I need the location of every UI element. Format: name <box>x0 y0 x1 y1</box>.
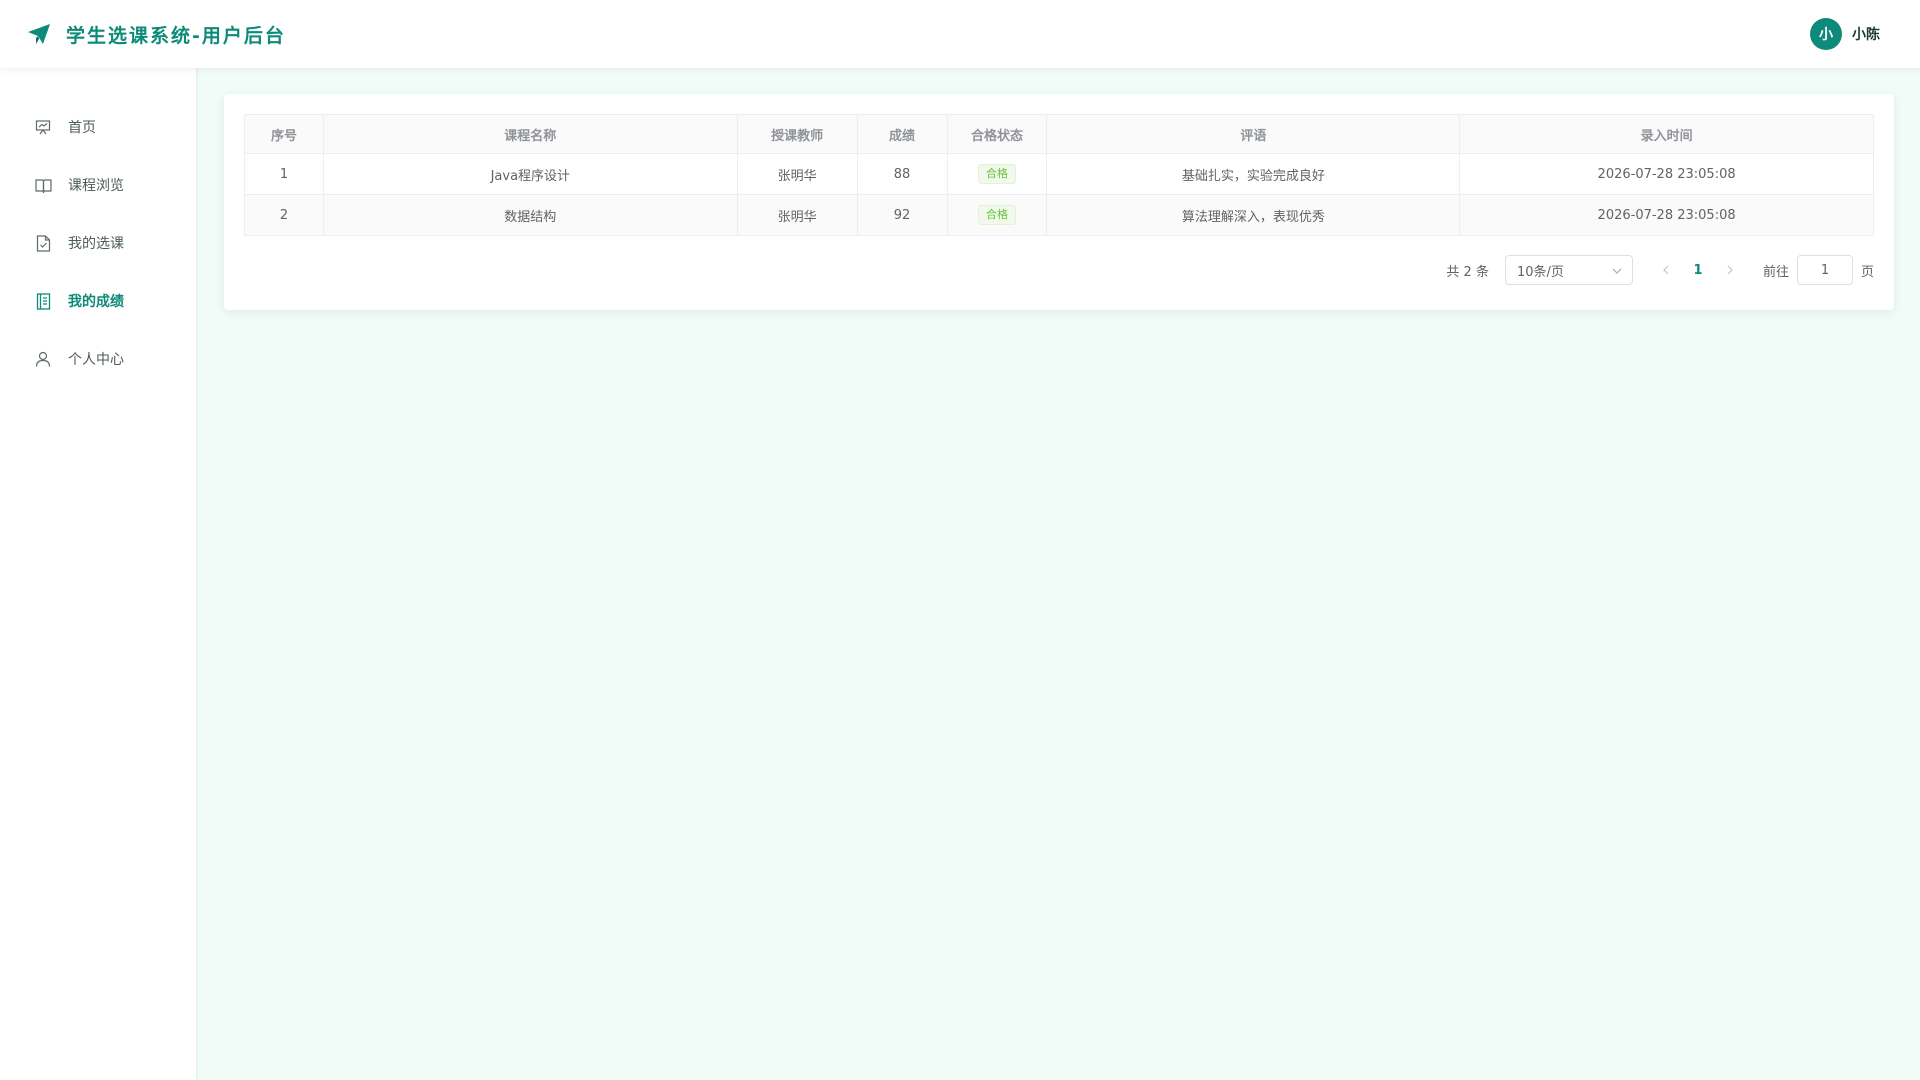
page-size-select[interactable]: 10条/页 <box>1504 255 1633 285</box>
page-number-current[interactable]: 1 <box>1681 255 1715 285</box>
top-header: 学生选课系统-用户后台 小 小陈 <box>0 0 1920 68</box>
cell-course: Java程序设计 <box>322 153 738 195</box>
sidebar-item-courses[interactable]: 课程浏览 <box>0 156 196 214</box>
app-title: 学生选课系统-用户后台 <box>66 24 286 47</box>
paper-plane-icon <box>26 21 52 47</box>
column-header-course[interactable]: 课程名称 <box>322 114 738 154</box>
cell-index: 1 <box>244 153 324 195</box>
column-header-teacher[interactable]: 授课教师 <box>736 114 858 154</box>
next-page-button[interactable] <box>1715 255 1745 285</box>
pagination-total: 共 2 条 <box>1446 264 1489 280</box>
notebook-icon <box>34 292 52 310</box>
sidebar-item-home[interactable]: 首页 <box>0 98 196 156</box>
cell-time: 2026-07-28 23:05:08 <box>1459 194 1874 236</box>
cell-teacher: 张明华 <box>736 153 858 195</box>
user-menu[interactable]: 小 小陈 <box>1810 18 1880 50</box>
status-badge: 合格 <box>978 164 1016 184</box>
cell-score: 92 <box>856 194 948 236</box>
table-row[interactable]: 2 数据结构 张明华 92 合格 算法理解深入，表现优秀 2026-07-28 … <box>244 194 1874 236</box>
main-content: 序号 课程名称 授课教师 成绩 合格状态 评语 录入时间 1 Java程序设计 … <box>198 68 1920 1080</box>
sidebar: 首页 课程浏览 我的选课 我的成绩 个人中心 <box>0 68 198 1080</box>
sidebar-item-label: 我的选课 <box>68 236 124 252</box>
sidebar-item-label: 课程浏览 <box>68 178 124 194</box>
chevron-right-icon <box>1727 265 1733 275</box>
sidebar-item-my-courses[interactable]: 我的选课 <box>0 214 196 272</box>
cell-course: 数据结构 <box>322 194 738 236</box>
sidebar-item-label: 我的成绩 <box>68 294 124 310</box>
sidebar-item-my-grades[interactable]: 我的成绩 <box>0 272 196 330</box>
pagination: 共 2 条 10条/页 1 前往 页 <box>1446 254 1874 286</box>
cell-index: 2 <box>244 194 324 236</box>
avatar[interactable]: 小 <box>1810 18 1842 50</box>
table-row[interactable]: 1 Java程序设计 张明华 88 合格 基础扎实，实验完成良好 2026-07… <box>244 153 1874 195</box>
page-size-value: 10条/页 <box>1516 264 1564 280</box>
chevron-left-icon <box>1663 265 1669 275</box>
cell-score: 88 <box>856 153 948 195</box>
cell-status: 合格 <box>946 194 1048 236</box>
app-logo[interactable]: 学生选课系统-用户后台 <box>26 21 286 48</box>
sidebar-item-label: 个人中心 <box>68 352 124 368</box>
open-book-icon <box>34 176 52 194</box>
cell-status: 合格 <box>946 153 1048 195</box>
chevron-down-icon <box>1612 263 1622 278</box>
column-header-status[interactable]: 合格状态 <box>946 114 1048 154</box>
cell-time: 2026-07-28 23:05:08 <box>1459 153 1874 195</box>
table-header-row: 序号 课程名称 授课教师 成绩 合格状态 评语 录入时间 <box>244 114 1874 154</box>
grades-table: 序号 课程名称 授课教师 成绩 合格状态 评语 录入时间 1 Java程序设计 … <box>244 114 1874 236</box>
prev-page-button[interactable] <box>1651 255 1681 285</box>
grades-card: 序号 课程名称 授课教师 成绩 合格状态 评语 录入时间 1 Java程序设计 … <box>224 94 1894 310</box>
goto-suffix: 页 <box>1860 264 1874 280</box>
sidebar-item-profile[interactable]: 个人中心 <box>0 330 196 388</box>
user-icon <box>34 350 52 368</box>
document-check-icon <box>34 234 52 252</box>
goto-label: 前往 <box>1762 264 1789 280</box>
goto-page-input[interactable] <box>1796 255 1853 285</box>
cell-comment: 算法理解深入，表现优秀 <box>1046 194 1461 236</box>
column-header-index[interactable]: 序号 <box>244 114 324 154</box>
username[interactable]: 小陈 <box>1852 24 1880 44</box>
status-badge: 合格 <box>978 205 1016 225</box>
column-header-comment[interactable]: 评语 <box>1046 114 1461 154</box>
sidebar-item-label: 首页 <box>68 120 96 136</box>
column-header-time[interactable]: 录入时间 <box>1459 114 1874 154</box>
presentation-board-icon <box>34 118 52 136</box>
cell-comment: 基础扎实，实验完成良好 <box>1046 153 1461 195</box>
cell-teacher: 张明华 <box>736 194 858 236</box>
column-header-score[interactable]: 成绩 <box>856 114 948 154</box>
